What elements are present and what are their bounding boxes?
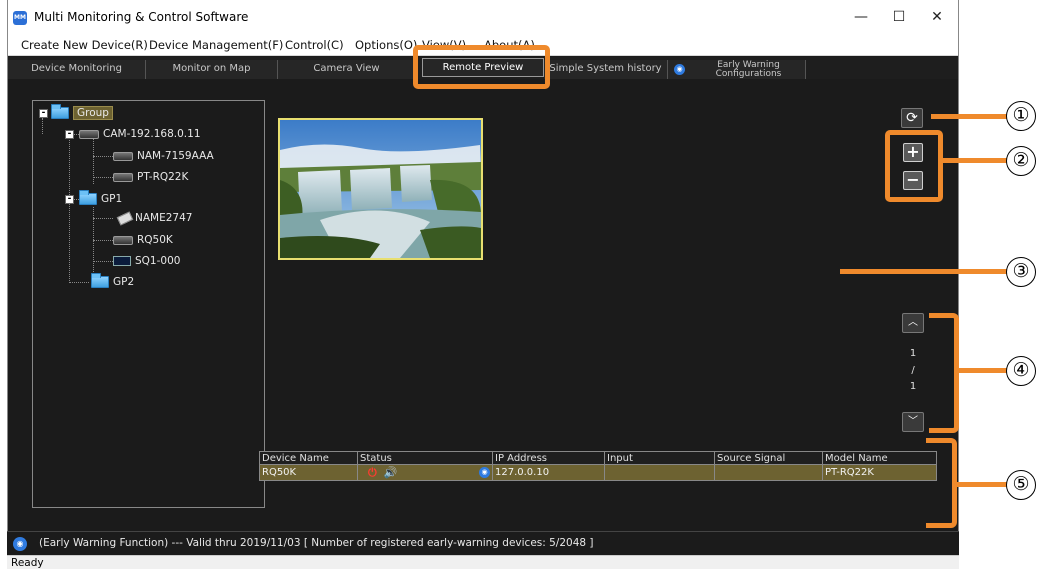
callout-line-2: [942, 158, 1008, 163]
cell-source-signal: [714, 464, 823, 481]
page-total: 1: [909, 381, 917, 392]
speaker-icon: 🔊: [383, 465, 398, 479]
table-row[interactable]: RQ50K ⏻ 🔊 ◉ 127.0.0.10 PT-RQ22K: [259, 464, 937, 481]
callout-bracket-table: [926, 438, 957, 528]
maximize-button[interactable]: ☐: [882, 6, 916, 28]
callout-line-4: [958, 368, 1008, 373]
title-bar: MM Multi Monitoring & Control Software —…: [8, 0, 958, 34]
device-table: Device Name Status IP Address Input Sour…: [259, 451, 937, 481]
tab-early-warning-configurations[interactable]: ◉ Early Warning Configurations: [668, 60, 806, 79]
app-icon: MM: [13, 11, 27, 25]
collapse-cam-icon[interactable]: -: [65, 130, 74, 139]
early-warning-icon: ◉: [674, 64, 685, 75]
page-current: 1: [909, 348, 917, 359]
col-input[interactable]: Input: [604, 451, 715, 465]
tree-node-ptrq22k[interactable]: PT-RQ22K: [113, 169, 188, 185]
tab-early-warning-label: Early Warning Configurations: [715, 60, 782, 79]
tree-node-gp2-label: GP2: [113, 276, 135, 288]
menu-device-management[interactable]: Device Management(F): [149, 38, 283, 52]
callout-box-remote-preview: [413, 45, 550, 89]
early-warning-icon: ◉: [13, 537, 27, 551]
folder-icon: [79, 190, 97, 205]
tab-monitor-on-map[interactable]: Monitor on Map: [146, 60, 278, 79]
preview-thumbnail[interactable]: [278, 118, 483, 260]
tree-node-rq50k-label: RQ50K: [137, 234, 173, 246]
callout-line-3: [840, 269, 1010, 274]
status-ready-text: Ready: [11, 557, 44, 569]
col-status[interactable]: Status: [357, 451, 493, 465]
tree-node-name2747-label: NAME2747: [135, 212, 193, 224]
power-icon: ⏻: [368, 465, 377, 479]
col-model-name[interactable]: Model Name: [822, 451, 937, 465]
early-warning-status-bar: ◉ (Early Warning Function) --- Valid thr…: [7, 531, 959, 555]
tree-node-rq50k[interactable]: RQ50K: [113, 232, 173, 248]
tree-node-group-label: Group: [73, 106, 113, 120]
close-button[interactable]: ✕: [920, 6, 954, 28]
menu-create-new-device[interactable]: Create New Device(R): [21, 38, 148, 52]
tab-device-monitoring[interactable]: Device Monitoring: [8, 60, 146, 79]
tree-node-gp1-label: GP1: [101, 193, 123, 205]
early-warning-status-text: (Early Warning Function) --- Valid thru …: [39, 537, 594, 549]
device-tree: - Group - CAM-192.168.0.11 NAM-7159AAA P…: [32, 100, 265, 508]
callout-5: ⑤: [1006, 470, 1036, 500]
tree-node-name2747[interactable]: NAME2747: [113, 210, 192, 226]
collapse-gp1-icon[interactable]: -: [65, 195, 74, 204]
page-down-button[interactable]: ﹀: [902, 412, 924, 432]
callout-line-5: [956, 482, 1008, 487]
cell-device-name: RQ50K: [259, 464, 358, 481]
tree-node-nam[interactable]: NAM-7159AAA: [113, 148, 214, 164]
camera-icon: [113, 213, 131, 223]
tab-simple-system-history[interactable]: Simple System history: [544, 60, 668, 79]
display-icon: [113, 256, 131, 266]
page-up-button[interactable]: ︿: [902, 313, 924, 333]
callout-line-1: [931, 114, 1009, 119]
menu-options[interactable]: Options(O): [355, 38, 417, 52]
minimize-button[interactable]: —: [844, 6, 878, 28]
cell-status: ⏻ 🔊 ◉: [357, 464, 493, 481]
callout-3: ③: [1006, 257, 1036, 287]
tab-camera-view[interactable]: Camera View: [278, 60, 416, 79]
tree-node-gp2[interactable]: GP2: [91, 273, 135, 290]
table-header-row: Device Name Status IP Address Input Sour…: [259, 451, 937, 465]
tree-node-ptrq22k-label: PT-RQ22K: [137, 171, 189, 183]
collapse-group-icon[interactable]: -: [39, 109, 48, 118]
window-title: Multi Monitoring & Control Software: [34, 10, 249, 24]
tree-node-nam-label: NAM-7159AAA: [137, 150, 214, 162]
menu-control[interactable]: Control(C): [285, 38, 344, 52]
tree-node-sq1-label: SQ1-000: [135, 255, 181, 267]
cell-input: [604, 464, 715, 481]
page-separator: /: [911, 365, 915, 376]
projector-icon: [113, 235, 133, 245]
folder-icon: [51, 104, 69, 119]
cell-ip-address: 127.0.0.10: [492, 464, 605, 481]
col-device-name[interactable]: Device Name: [259, 451, 358, 465]
col-source-signal[interactable]: Source Signal: [714, 451, 823, 465]
projector-icon: [113, 151, 133, 161]
tree-node-group[interactable]: Group: [51, 104, 113, 121]
refresh-button[interactable]: ⟳: [901, 108, 923, 128]
callout-2: ②: [1006, 146, 1036, 176]
col-ip-address[interactable]: IP Address: [492, 451, 605, 465]
waterfall-image: [280, 120, 481, 258]
folder-icon: [91, 273, 109, 288]
tree-node-sq1[interactable]: SQ1-000: [113, 253, 180, 269]
projector-icon: [113, 172, 133, 182]
cell-model-name: PT-RQ22K: [822, 464, 937, 481]
callout-1: ①: [1006, 101, 1036, 131]
callout-bracket-paging: [929, 313, 959, 433]
tree-node-cam-label: CAM-192.168.0.11: [103, 128, 201, 140]
tree-node-cam[interactable]: CAM-192.168.0.11: [79, 126, 201, 142]
callout-box-zoom: [885, 130, 943, 202]
callout-4: ④: [1006, 356, 1036, 386]
early-warning-icon: ◉: [479, 467, 490, 478]
tree-node-gp1[interactable]: GP1: [79, 190, 123, 207]
device-icon: [79, 129, 99, 139]
status-bar: Ready: [7, 555, 959, 569]
